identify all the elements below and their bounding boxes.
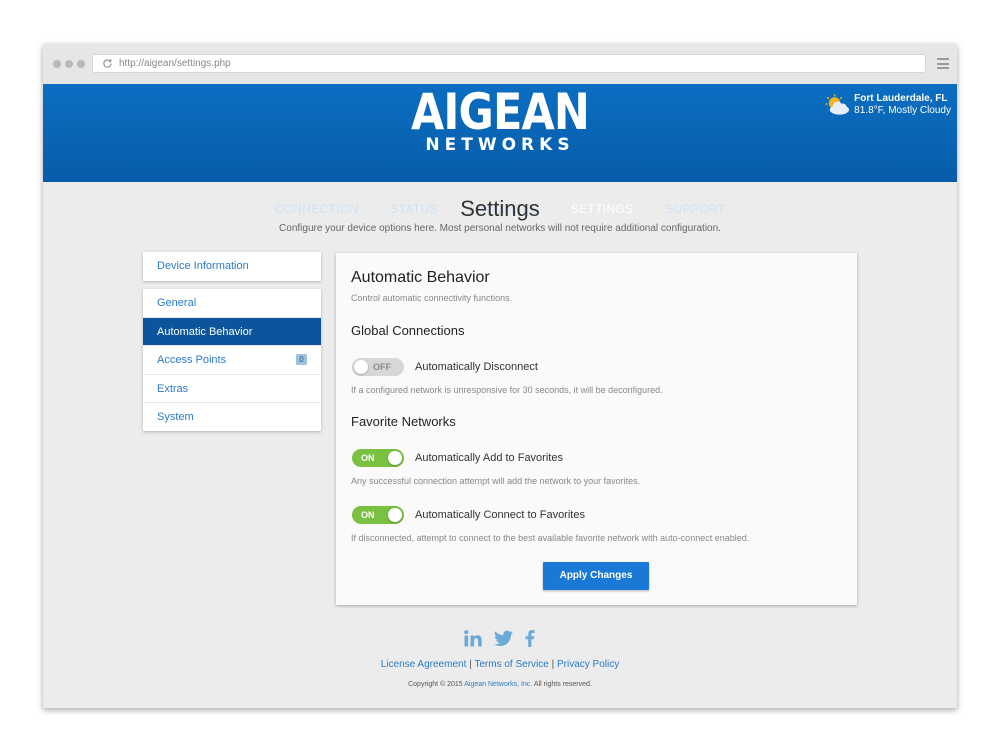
linkedin-icon[interactable]: [464, 630, 483, 647]
apply-changes-button[interactable]: Apply Changes: [543, 562, 649, 590]
sidebar-item-label: Device Information: [157, 260, 249, 272]
footer-separator: |: [551, 659, 555, 670]
address-bar[interactable]: http://aigean/settings.php: [92, 54, 926, 73]
window-minimize-dot[interactable]: [65, 60, 73, 68]
sidebar-item-label: General: [157, 297, 197, 309]
automatic-behavior-panel: Automatic Behavior Control automatic con…: [336, 253, 857, 605]
weather-city: Fort Lauderdale, FL: [854, 93, 948, 104]
browser-window: http://aigean/settings.php AIGEAN NETWOR…: [43, 44, 957, 708]
auto-connect-favorites-label: Automatically Connect to Favorites: [415, 509, 585, 521]
logo-subtitle[interactable]: NETWORKS: [43, 136, 957, 154]
auto-disconnect-label: Automatically Disconnect: [415, 361, 538, 373]
footer-separator: |: [469, 659, 472, 670]
page-title: Settings: [460, 196, 540, 221]
terms-of-service-link[interactable]: Terms of Service: [474, 659, 548, 670]
auto-disconnect-toggle[interactable]: OFF: [352, 358, 404, 376]
auto-add-favorites-toggle[interactable]: ON: [352, 449, 404, 467]
logo-title[interactable]: AIGEAN: [107, 84, 893, 140]
partly-cloudy-icon: [825, 94, 850, 115]
window-close-dot[interactable]: [53, 60, 61, 68]
sidebar-item-automatic-behavior[interactable]: Automatic Behavior: [143, 317, 321, 346]
favorite-networks-heading: Favorite Networks: [351, 414, 456, 429]
twitter-icon[interactable]: [494, 630, 513, 647]
toggle-knob: [388, 451, 402, 465]
sidebar-item-general[interactable]: General: [143, 289, 321, 318]
license-agreement-link[interactable]: License Agreement: [381, 659, 467, 670]
footer-links: License Agreement | Terms of Service | P…: [43, 659, 957, 670]
access-points-count-badge: 0: [296, 354, 307, 365]
sidebar-item-label: Extras: [157, 382, 189, 395]
weather-conditions: 81.8°F, Mostly Cloudy: [854, 105, 951, 116]
window-controls: [53, 60, 85, 68]
weather-widget: Fort Lauderdale, FL 81.8°F, Mostly Cloud…: [825, 93, 951, 117]
social-links: [43, 630, 957, 647]
copyright-prefix: Copyright © 2015: [408, 681, 463, 688]
browser-toolbar: http://aigean/settings.php: [43, 44, 957, 84]
panel-title: Automatic Behavior: [351, 269, 490, 286]
panel-description: Control automatic connectivity functions…: [351, 293, 513, 303]
url-text[interactable]: http://aigean/settings.php: [119, 58, 231, 70]
toggle-state-label: ON: [361, 510, 375, 520]
sidebar-item-device-information[interactable]: Device Information: [143, 252, 321, 281]
copyright-suffix: All rights reserved.: [533, 681, 592, 688]
company-link[interactable]: Aigean Networks, Inc.: [464, 681, 532, 688]
sidebar-menu: General Automatic Behavior Access Points…: [143, 289, 321, 431]
sidebar-top-card: Device Information: [143, 252, 321, 281]
toggle-knob: [354, 360, 368, 374]
sidebar-item-access-points[interactable]: Access Points 0: [143, 346, 321, 375]
privacy-policy-link[interactable]: Privacy Policy: [557, 659, 619, 670]
reload-icon[interactable]: [102, 58, 113, 69]
toggle-state-label: OFF: [373, 362, 391, 372]
global-connections-heading: Global Connections: [351, 323, 465, 338]
sidebar-item-extras[interactable]: Extras: [143, 375, 321, 403]
sidebar-item-label: Automatic Behavior: [157, 325, 253, 338]
sidebar-item-label: Access Points: [157, 354, 227, 366]
toggle-state-label: ON: [361, 453, 375, 463]
auto-add-favorites-label: Automatically Add to Favorites: [415, 452, 563, 464]
auto-add-favorites-description: Any successful connection attempt will a…: [351, 476, 641, 486]
auto-connect-favorites-description: If disconnected, attempt to connect to t…: [351, 533, 750, 543]
auto-connect-favorites-toggle[interactable]: ON: [352, 506, 404, 524]
facebook-icon[interactable]: [524, 630, 536, 647]
site-header: AIGEAN NETWORKS Fort Lauderdale, FL 81.8…: [43, 84, 957, 216]
toggle-knob: [388, 508, 402, 522]
page-subtitle: Configure your device options here. Most…: [279, 223, 721, 234]
copyright: Copyright © 2015 Aigean Networks, Inc. A…: [43, 681, 957, 688]
window-maximize-dot[interactable]: [77, 60, 85, 68]
sidebar-item-system[interactable]: System: [143, 403, 321, 432]
browser-menu-icon[interactable]: [937, 58, 949, 69]
auto-disconnect-description: If a configured network is unresponsive …: [351, 385, 663, 395]
sidebar-item-label: System: [157, 411, 194, 423]
